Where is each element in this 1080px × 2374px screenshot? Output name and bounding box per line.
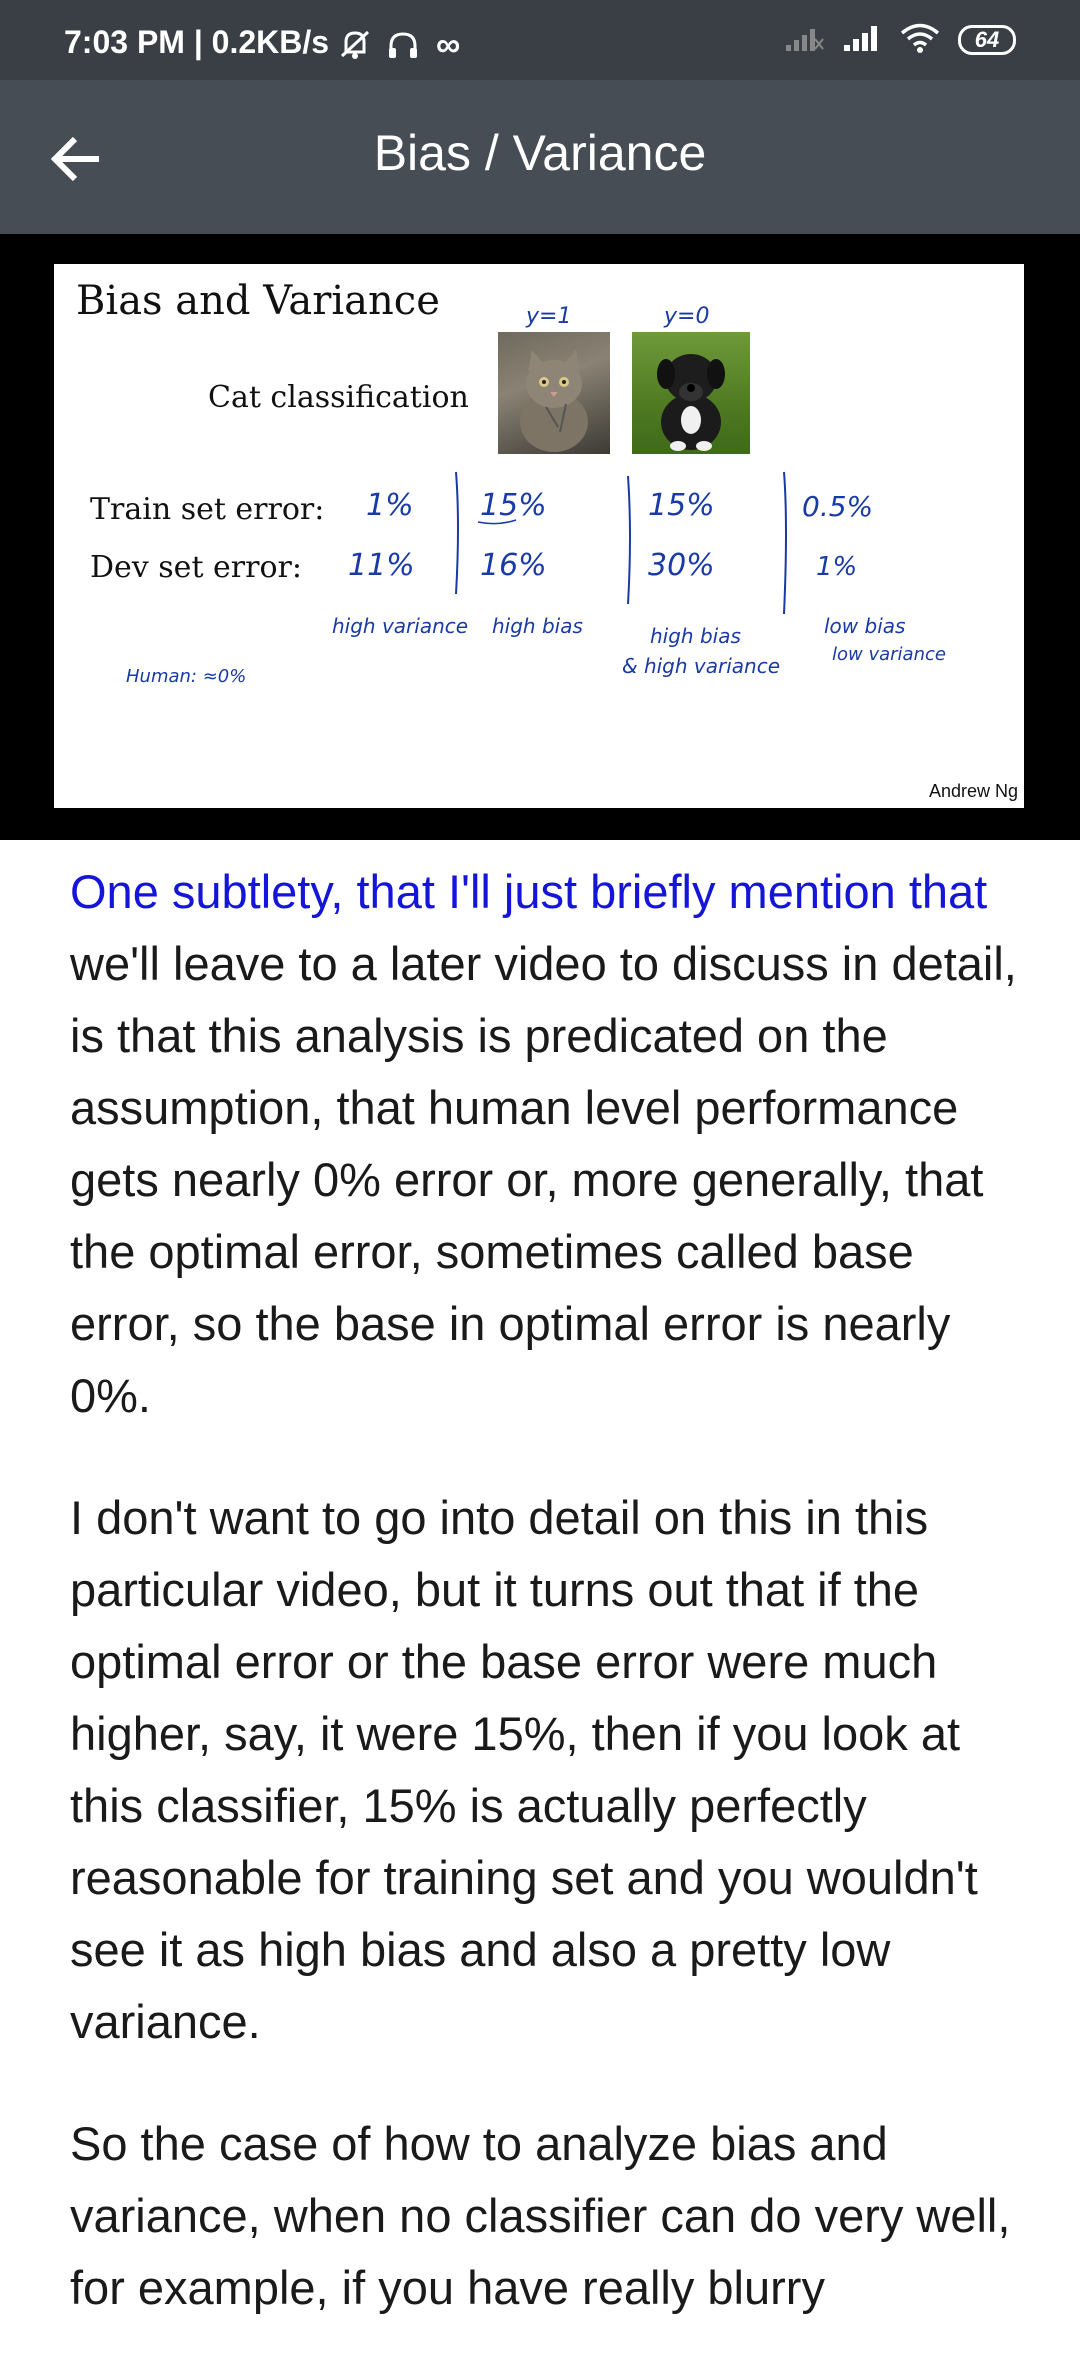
video-player[interactable]: Bias and Variance Cat classification y=1…: [0, 234, 1080, 840]
page-title: Bias / Variance: [373, 125, 707, 181]
col2-train-error: 15%: [480, 488, 547, 523]
mute-icon: [338, 28, 372, 65]
col1-note: high variance: [332, 614, 469, 638]
col3-note1: high bias: [650, 624, 741, 648]
col1-dev-error: 11%: [348, 548, 415, 583]
headset-icon: [386, 30, 420, 67]
slide-credit: Andrew Ng: [928, 781, 1018, 801]
col4-dev-error: 1%: [816, 552, 858, 582]
signal-icon: [842, 23, 882, 58]
col3-train-error: 15%: [648, 488, 715, 523]
col2-dev-error: 16%: [480, 548, 547, 583]
col3-dev-error: 30%: [648, 548, 715, 583]
infinity-icon: ∞: [436, 26, 461, 64]
column-dividers: [455, 471, 787, 615]
wifi-icon: [900, 22, 940, 59]
col3-note2: & high variance: [622, 654, 781, 678]
signal-icon: [784, 23, 824, 58]
transcript-paragraph[interactable]: So the case of how to analyze bias and v…: [70, 2108, 1030, 2324]
app-bar: Bias / Variance: [0, 80, 1080, 234]
status-time: 7:03 PM | 0.2KB/s: [64, 24, 330, 60]
col4-train-error: 0.5%: [802, 490, 874, 523]
transcript-paragraph: One subtlety, that I'll just briefly men…: [70, 856, 1030, 1432]
caption-text[interactable]: we'll leave to a later video to discuss …: [70, 937, 1017, 1422]
transcript-paragraph[interactable]: I don't want to go into detail on this i…: [70, 1482, 1030, 2058]
battery-icon: 64: [958, 25, 1016, 55]
col1-train-error: 1%: [366, 488, 414, 523]
col4-note2: low variance: [832, 644, 946, 665]
status-bar: 7:03 PM | 0.2KB/s ∞ 64: [0, 0, 1080, 80]
current-caption-highlight[interactable]: One subtlety, that I'll just briefly men…: [70, 865, 987, 918]
col4-note1: low bias: [824, 614, 906, 638]
col2-note: high bias: [492, 614, 583, 638]
human-error-note: Human: ≈0%: [126, 666, 247, 687]
lecture-slide: Bias and Variance Cat classification y=1…: [54, 264, 1024, 808]
transcript-text: One subtlety, that I'll just briefly men…: [70, 856, 1030, 2374]
